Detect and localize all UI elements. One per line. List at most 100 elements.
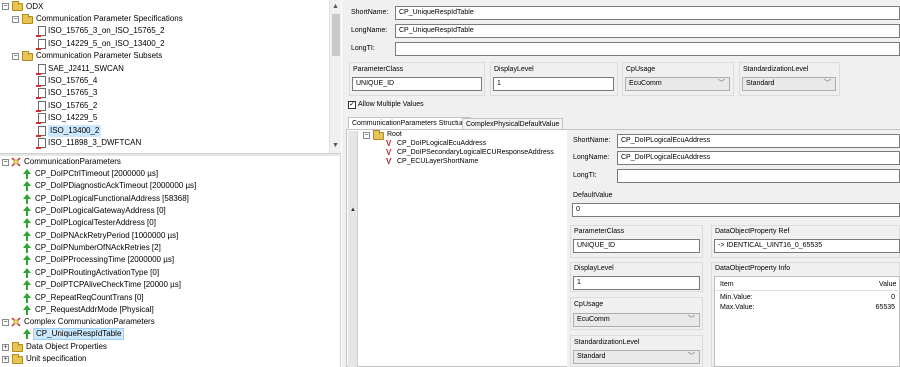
tree-item-parameter[interactable]: CP_DoIPDiagnosticAckTimeout [2000000 µs] — [35, 180, 196, 192]
sub-longti-field[interactable] — [617, 169, 900, 183]
sub-longti-label: LongTI: — [573, 172, 597, 179]
tree-item-folder[interactable]: Communication Parameter Specifications — [36, 13, 183, 25]
longti-field[interactable] — [395, 42, 900, 56]
shortname-label: ShortName: — [351, 9, 389, 16]
chevron-down-icon: ﹀ — [688, 316, 695, 323]
top-tree-scrollbar[interactable]: ▲ ▼ — [329, 0, 341, 153]
comm-params-expander-icon[interactable]: − — [2, 159, 9, 166]
tree-item-parameter[interactable]: CP_DoIPProcessingTime [2000000 µs] — [35, 254, 174, 266]
tree-item-document[interactable]: ISO_15765_3_on_ISO_15765_2 — [48, 25, 165, 37]
sub-cpusage-select[interactable]: EcuComm ﹀ — [573, 313, 700, 327]
tree-item-cp-uniquerespidtable[interactable]: CP_UniqueRespIdTable — [33, 328, 125, 340]
tree-item-parameter[interactable]: CP_DoIPCtrlTimeout [2000000 µs] — [35, 168, 158, 180]
tree-item-document[interactable]: ISO_14229_5_on_ISO_13400_2 — [48, 38, 165, 50]
data-object-folder-icon — [12, 342, 23, 352]
tree-item-parameter[interactable]: CP_DoIPLogicalGatewayAddress [0] — [35, 205, 166, 217]
tab-communicationparameters-structure[interactable]: CommunicationParameters Structure — [348, 117, 472, 129]
green-arrow-icon — [23, 181, 31, 192]
folder-icon — [22, 51, 33, 62]
displaylevel-field[interactable]: 1 — [493, 77, 614, 91]
complex-expander-icon[interactable]: − — [2, 319, 9, 326]
tree-item-document[interactable]: ISO_11898_3_DWFTCAN — [48, 137, 141, 149]
dop-info-table: Item Value Min.Value: 0 Max.Value: 65535 — [714, 276, 900, 367]
root-expander-icon[interactable]: − — [363, 132, 370, 139]
default-value-field[interactable]: 0 — [572, 203, 900, 217]
left-arrow-icon[interactable]: ▲ — [350, 207, 356, 213]
stdlevel-label: StandardizationLevel — [743, 66, 809, 73]
top-tree: − ODX − Communication Parameter Specifica… — [0, 0, 341, 153]
folder-expander-icon[interactable]: − — [12, 16, 19, 23]
scroll-up-icon[interactable]: ▲ — [332, 3, 339, 10]
dop-info-header-item[interactable]: Item — [720, 281, 734, 288]
dop-ref-field[interactable]: -> IDENTICAL_UINT16_0_65535 — [714, 239, 900, 253]
document-icon — [36, 63, 46, 75]
tree-item-document[interactable]: ISO_15765_4 — [48, 75, 97, 87]
green-arrow-icon — [23, 230, 31, 241]
sub-stdlevel-select[interactable]: Standard ﹀ — [573, 350, 700, 364]
tree-item-data-object-properties[interactable]: Data Object Properties — [26, 341, 107, 353]
green-arrow-icon — [23, 280, 31, 291]
sub-displaylevel-label: DisplayLevel — [574, 265, 614, 272]
tree-item-odx[interactable]: ODX — [26, 1, 43, 13]
green-arrow-icon — [23, 169, 31, 179]
sub-displaylevel-field[interactable]: 1 — [573, 276, 700, 290]
sub-stdlevel-value: Standard — [577, 353, 606, 360]
dop-info-row-max-item: Max.Value: — [720, 304, 755, 311]
tree-item-unit-specification[interactable]: Unit specification — [26, 353, 86, 365]
tree-item-parameter[interactable]: CP_RepeatReqCountTrans [0] — [35, 292, 144, 304]
document-icon — [36, 26, 46, 38]
data-object-expander-icon[interactable]: + — [2, 344, 9, 351]
tree-item-document[interactable]: ISO_15765_2 — [48, 100, 97, 112]
root-folder-icon — [373, 130, 384, 140]
tree-item-parameter[interactable]: CP_DoIPRoutingActivationType [0] — [35, 267, 159, 279]
green-arrow-icon — [23, 193, 31, 204]
complex-params-icon — [11, 317, 21, 327]
tree-item-communication-parameters[interactable]: CommunicationParameters — [24, 156, 121, 168]
cpusage-select[interactable]: EcuComm ﹀ — [625, 77, 730, 91]
folder-icon — [22, 14, 33, 24]
sub-shortname-field[interactable]: CP_DoIPLogicalEcuAddress — [617, 134, 900, 148]
stdlevel-value: Standard — [746, 80, 775, 87]
chevron-down-icon: ﹀ — [718, 80, 725, 87]
document-icon — [36, 76, 46, 87]
paramclass-label: ParameterClass — [353, 66, 404, 73]
tree-item-document[interactable]: ISO_13400_2 — [48, 124, 102, 137]
tree-item-parameter[interactable]: CP_DoIPLogicalTesterAddress [0] — [35, 217, 156, 229]
sub-longname-field[interactable]: CP_DoIPLogicalEcuAddress — [617, 151, 900, 165]
longname-label: LongName: — [351, 27, 388, 34]
tree-item-parameter[interactable]: CP_DoIPLogicalFunctionalAddress [58368] — [35, 193, 189, 205]
green-arrow-icon — [23, 292, 31, 303]
allow-multiple-checkbox[interactable]: ✓ — [348, 101, 356, 109]
green-arrow-icon — [23, 329, 31, 339]
tree-item-parameter[interactable]: CP_DoIPNAckRetryPeriod [1000000 µs] — [35, 230, 178, 242]
odx-expander-icon[interactable]: − — [2, 3, 9, 10]
paramclass-field[interactable]: UNIQUE_ID — [352, 77, 482, 91]
chevron-down-icon: ﹀ — [688, 353, 695, 360]
tree-item-document[interactable]: ISO_14229_5 — [48, 112, 97, 124]
folder-expander-icon[interactable]: − — [12, 53, 19, 61]
scroll-thumb[interactable] — [332, 14, 340, 56]
structure-item[interactable]: CP_ECULayerShortName — [397, 156, 478, 168]
document-icon — [36, 100, 46, 112]
structure-collapse-strip[interactable] — [348, 131, 358, 367]
tree-item-document[interactable]: SAE_J2411_SWCAN — [48, 63, 124, 75]
document-icon — [36, 113, 46, 125]
stdlevel-select[interactable]: Standard ﹀ — [742, 77, 836, 91]
tree-item-parameter[interactable]: CP_DoIPNumberOfNAckRetries [2] — [35, 242, 161, 254]
longti-label: LongTI: — [351, 45, 375, 52]
shortname-field[interactable]: CP_UniqueRespIdTable — [395, 6, 900, 20]
scroll-down-icon[interactable]: ▼ — [332, 142, 339, 149]
green-arrow-icon — [23, 206, 31, 217]
tree-item-parameter[interactable]: CP_DoIPTCPAliveCheckTime [20000 µs] — [35, 279, 181, 291]
green-arrow-icon — [23, 255, 31, 266]
tree-item-parameter[interactable]: CP_RequestAddrMode [Physical] — [35, 304, 154, 316]
tree-item-complex-communication-parameters[interactable]: Complex CommunicationParameters — [24, 316, 155, 328]
sub-paramclass-field[interactable]: UNIQUE_ID — [573, 239, 700, 253]
longname-field[interactable]: CP_UniqueRespIdTable — [395, 24, 900, 38]
tree-item-document[interactable]: ISO_15765_3 — [48, 87, 97, 99]
dop-info-header-value[interactable]: Value — [879, 281, 896, 288]
dop-info-row-min-value: 0 — [891, 294, 895, 301]
unit-spec-expander-icon[interactable]: + — [2, 356, 9, 363]
sub-stdlevel-label: StandardizationLevel — [574, 339, 640, 346]
tree-item-folder[interactable]: Communication Parameter Subsets — [36, 50, 162, 62]
